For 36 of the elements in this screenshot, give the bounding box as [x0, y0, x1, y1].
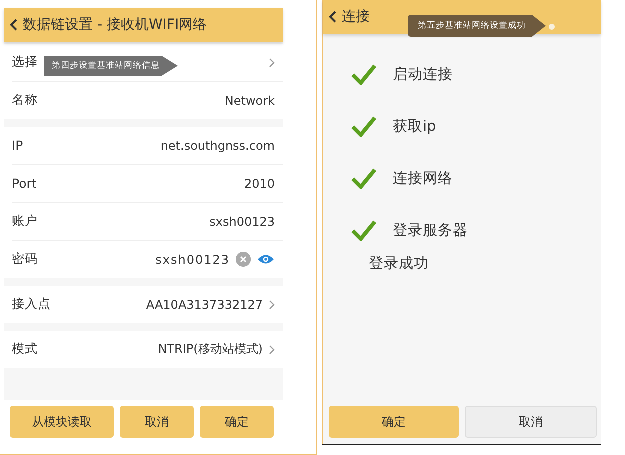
field-label: 账户 — [12, 213, 38, 230]
action-button[interactable]: 从模块读取 — [10, 406, 114, 438]
field-value: 2010 — [244, 176, 275, 190]
chevron-icon — [269, 344, 275, 354]
field-label: 密码 — [12, 251, 38, 268]
field-label[interactable]: 模式 — [12, 341, 38, 358]
action-button[interactable]: 确定 — [329, 406, 459, 438]
dot-icon — [549, 24, 555, 30]
back-icon[interactable] — [10, 19, 18, 31]
password-value: sxsh00123 — [156, 252, 230, 266]
field-label[interactable]: 选择 — [12, 54, 38, 71]
action-button[interactable]: 取消 — [465, 406, 597, 438]
chevron-icon — [269, 58, 275, 68]
field-value: net.southgnss.com — [160, 138, 275, 152]
step-label: 获取ip — [393, 118, 436, 136]
eye-icon[interactable] — [257, 254, 275, 265]
step-label: 启动连接 — [393, 66, 453, 84]
field-label: IP — [12, 138, 24, 153]
action-button[interactable]: 确定 — [200, 406, 274, 438]
field-label[interactable]: 接入点 — [12, 296, 51, 313]
field-value: Network — [224, 94, 275, 108]
chevron-icon — [269, 300, 275, 310]
tooltip: 第四步设置基准站网络信息 — [44, 56, 178, 76]
step-label: 连接网络 — [393, 170, 453, 188]
field-value: sxsh00123 — [210, 214, 275, 228]
back-icon[interactable] — [329, 11, 337, 23]
field-label: 名称 — [12, 92, 38, 109]
field-value: NTRIP(移动站模式) — [158, 341, 263, 358]
step-label: 登录服务器 — [393, 222, 468, 240]
field-value: AA10A3137332127 — [146, 298, 263, 312]
action-button[interactable]: 取消 — [120, 406, 194, 438]
tooltip: 第五步基准站网络设置成功 — [408, 15, 546, 37]
screen-title: 数据链设置 - 接收机WIFI网络 — [23, 16, 208, 34]
result-text: 登录成功 — [368, 255, 430, 273]
field-label: Port — [12, 176, 37, 191]
screen-title: 连接 — [342, 8, 370, 26]
